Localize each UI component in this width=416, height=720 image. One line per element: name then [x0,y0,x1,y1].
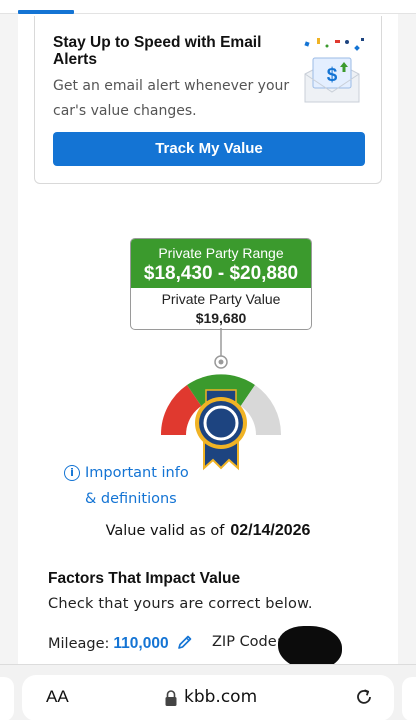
factors-title: Factors That Impact Value [48,570,241,587]
lock-icon [165,690,177,706]
alert-description: Get an email alert whenever your car's v… [53,78,290,119]
info-link-line-2: & definitions [85,491,177,507]
private-party-range-header: Private Party Range $18,430 - $20,880 [131,239,311,288]
section-tab-strip [0,0,416,14]
mileage-value[interactable]: 110,000 [113,635,168,652]
alert-title: Stay Up to Speed with Email Alerts [53,34,262,68]
text-size-button[interactable]: AA [46,687,69,707]
url-text: kbb.com [184,687,258,707]
email-alert-card: Stay Up to Speed with Email Alerts Get a… [34,16,382,184]
validity-label: Value valid as of [105,523,225,539]
zip-redaction [278,626,342,664]
previous-tab-edge[interactable] [0,677,14,720]
browser-toolbar: AA kbb.com [0,664,416,720]
value-validity: Value valid as of 02/14/2026 [0,522,416,540]
factors-subtitle: Check that yours are correct below. [48,596,313,612]
address-bar[interactable]: AA kbb.com [22,675,394,720]
track-my-value-button[interactable]: Track My Value [53,132,365,166]
reload-icon[interactable] [354,687,374,707]
zip-label: ZIP Code: [212,634,282,650]
mileage-label: Mileage: [48,636,110,652]
zip-row: ZIP Code: [212,634,282,650]
edit-pencil-icon[interactable] [177,634,193,650]
validity-date: 02/14/2026 [230,522,311,539]
private-party-value: $19,680 [195,310,247,326]
svg-text:$: $ [327,65,338,86]
value-gauge [160,328,282,471]
page-margin-left [0,0,18,664]
page-viewport: Stay Up to Speed with Email Alerts Get a… [0,0,416,664]
next-tab-edge[interactable] [402,677,416,720]
page-margin-right [398,0,416,664]
active-tab-indicator [18,10,74,14]
range-label: Private Party Range [158,245,284,261]
info-icon: i [64,465,80,481]
private-party-range-box: Private Party Range $18,430 - $20,880 Pr… [130,238,312,330]
private-party-value-label: Private Party Value [161,291,281,307]
email-alert-icon: $ [304,38,364,103]
mileage-row: Mileage: 110,000 [48,634,193,653]
info-link-line-1: Important info [85,465,189,481]
range-value: $18,430 - $20,880 [143,263,299,284]
